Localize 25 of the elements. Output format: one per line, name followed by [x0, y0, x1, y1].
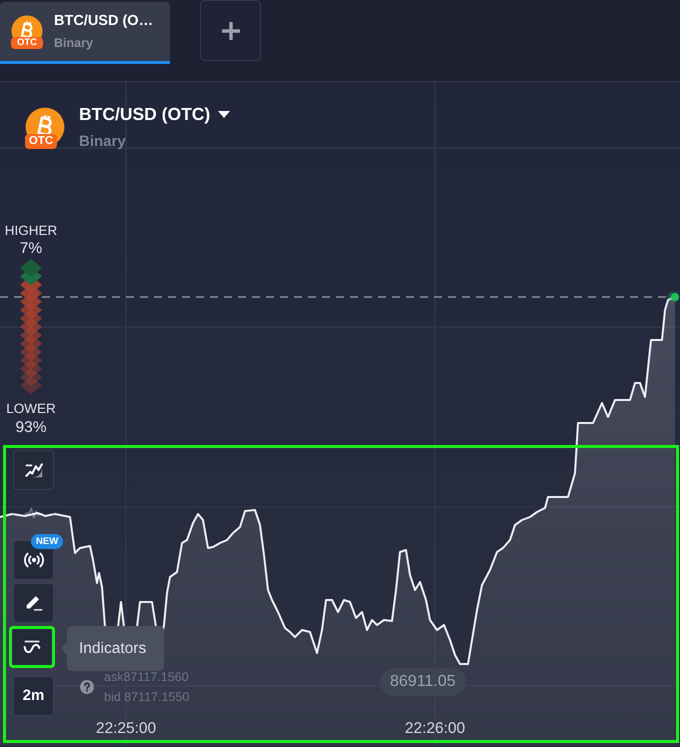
- add-tab-button[interactable]: [200, 0, 261, 61]
- ask-price: ask87117.1560: [104, 669, 190, 686]
- bid-price: bid 87117.1550: [104, 689, 190, 706]
- new-badge: NEW: [31, 534, 64, 549]
- asset-type-label: Binary: [79, 133, 127, 151]
- lower-percent: 93%: [15, 418, 47, 438]
- lower-label: LOWER: [6, 400, 56, 417]
- price-tag: 86911.05: [380, 668, 466, 696]
- drawing-tools-button[interactable]: [13, 583, 54, 623]
- indicators-button[interactable]: [9, 626, 55, 668]
- time-label: 22:25:00: [96, 720, 156, 738]
- higher-percent: 7%: [20, 239, 42, 259]
- asset-selector[interactable]: BTC/USD (OTC): [79, 103, 230, 125]
- price-marker-icon: [666, 290, 680, 304]
- otc-badge: OTC: [25, 134, 57, 149]
- plus-icon: [220, 20, 240, 40]
- asset-tab[interactable]: OTC BTC/USD (O… Binary: [0, 2, 170, 64]
- chart-type-button[interactable]: [13, 450, 54, 490]
- timeframe-button[interactable]: 2m: [13, 676, 54, 716]
- otc-badge: OTC: [11, 36, 43, 48]
- caret-icon: [218, 110, 230, 118]
- higher-label: HIGHER: [4, 222, 58, 239]
- help-icon: [80, 680, 94, 694]
- tooltip: Indicators: [61, 626, 164, 671]
- time-label: 22:26:00: [404, 720, 466, 738]
